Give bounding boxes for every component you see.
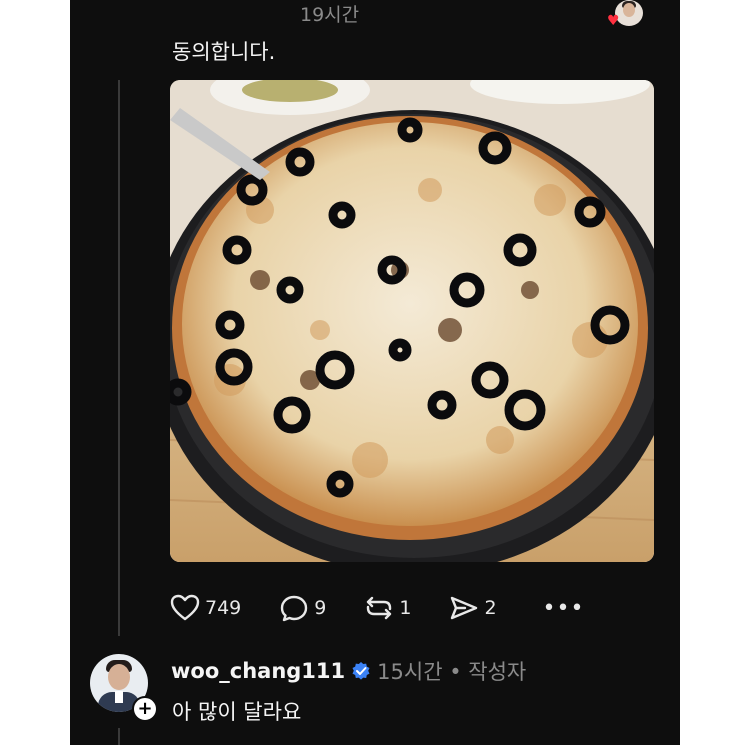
post-text: 동의합니다. bbox=[172, 40, 276, 64]
repost-count: 1 bbox=[399, 597, 412, 619]
post-image[interactable] bbox=[170, 80, 654, 562]
post-timestamp: 19시간 bbox=[300, 4, 360, 26]
like-button[interactable]: 749 bbox=[170, 594, 241, 622]
plus-icon[interactable]: + bbox=[132, 696, 158, 722]
comment-count: 9 bbox=[314, 597, 327, 619]
reply-header: woo_chang111 15시간 • 작성자 bbox=[171, 656, 526, 686]
pizza-photo bbox=[170, 80, 654, 562]
thread-line bbox=[118, 80, 120, 636]
share-button[interactable]: 2 bbox=[449, 594, 497, 622]
reply-meta: 15시간 • 작성자 bbox=[377, 660, 527, 684]
reply-username[interactable]: woo_chang111 bbox=[171, 659, 345, 683]
comment-icon bbox=[281, 595, 308, 622]
post-actions: 749 9 1 2 ••• bbox=[170, 590, 650, 626]
share-icon bbox=[451, 596, 478, 620]
comment-button[interactable]: 9 bbox=[279, 594, 326, 622]
more-icon[interactable]: ••• bbox=[543, 596, 585, 621]
repost-button[interactable]: 1 bbox=[364, 594, 411, 622]
reply-text: 아 많이 달라요 bbox=[172, 700, 302, 724]
repost-icon bbox=[367, 596, 392, 620]
thread-screen: 19시간 ♥ 동의합니다. 749 9 1 2 ••• + woo_chang1… bbox=[70, 0, 680, 745]
liked-heart-icon: ♥ bbox=[607, 13, 620, 29]
like-count: 749 bbox=[205, 597, 242, 619]
heart-icon bbox=[170, 594, 200, 621]
share-count: 2 bbox=[484, 597, 497, 619]
reply-thread-line bbox=[118, 728, 120, 745]
verified-icon bbox=[352, 662, 370, 680]
